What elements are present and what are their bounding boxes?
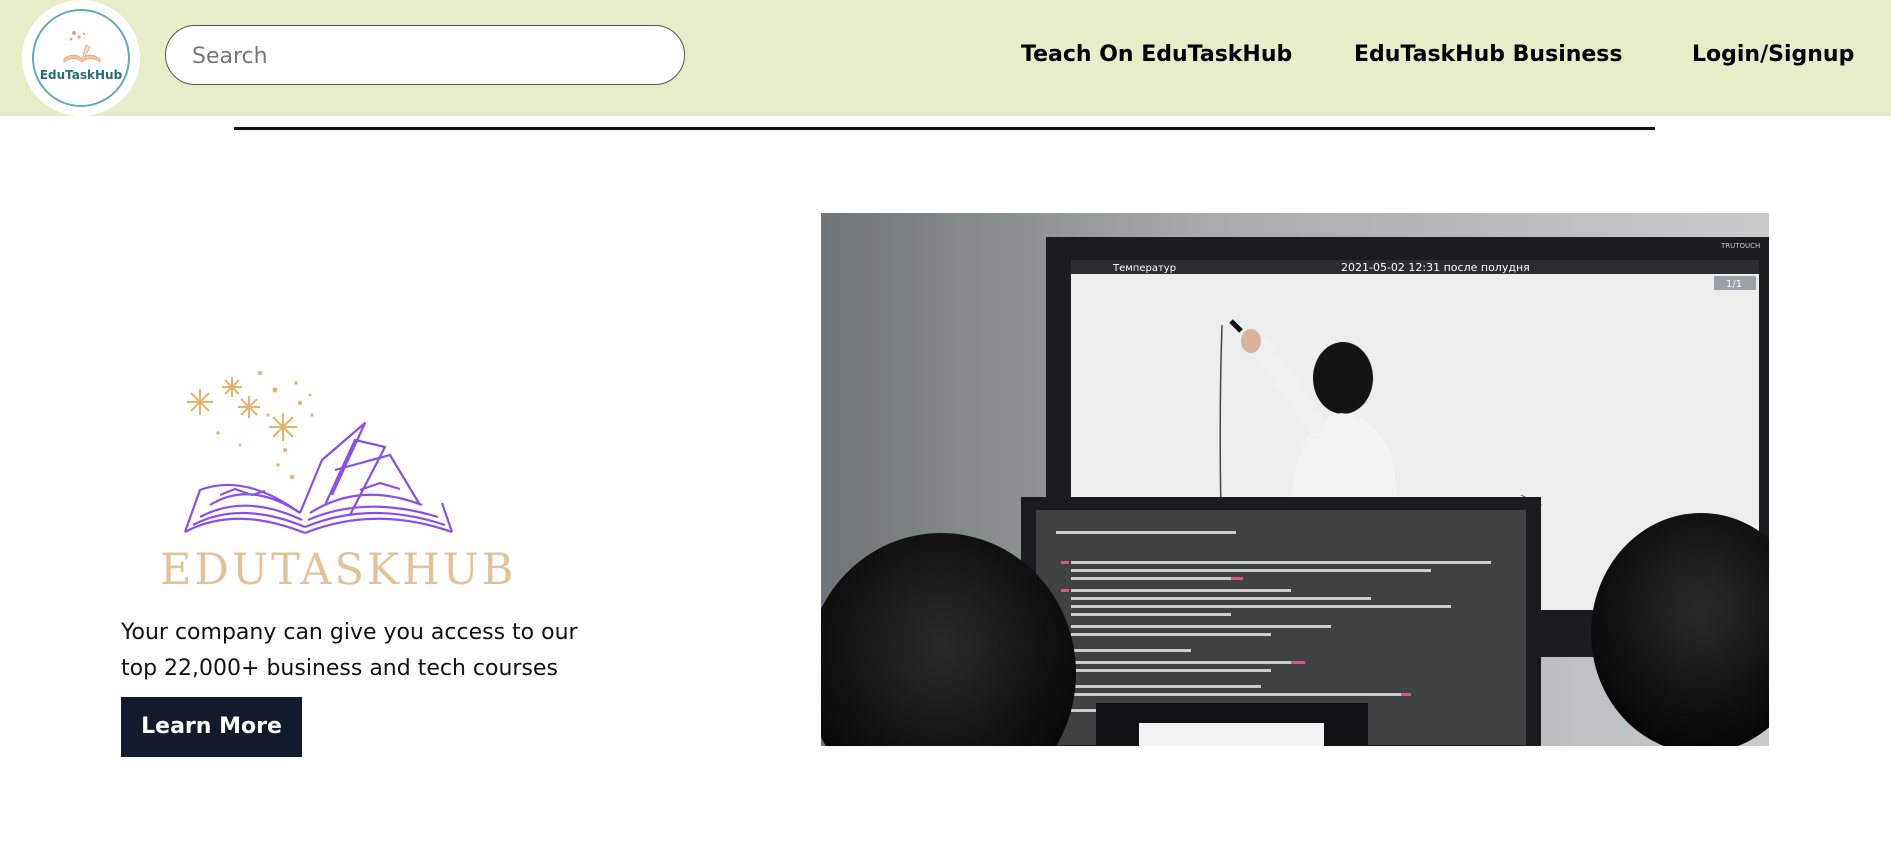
hero-tagline: Your company can give you access to our … bbox=[121, 620, 578, 681]
nav-teach-link[interactable]: Teach On EduTaskHub bbox=[1021, 42, 1292, 67]
nav-login-signup-link[interactable]: Login/Signup bbox=[1692, 42, 1854, 67]
top-navigation-bar: EduTaskHub Teach On EduTaskHub EduTaskHu… bbox=[0, 0, 1891, 116]
sparkles-icon bbox=[187, 377, 297, 441]
monitor-brand: TRUTOUCH bbox=[1720, 242, 1760, 250]
classroom-photo-illustration: 2021-05-02 12:31 после полудня Температу… bbox=[821, 213, 1769, 746]
classroom-photo: 2021-05-02 12:31 после полудня Температу… bbox=[821, 213, 1769, 746]
open-book-icon bbox=[183, 421, 454, 535]
brand-wordmark: EDUTASKHUB bbox=[160, 545, 517, 595]
logo-ring: EduTaskHub bbox=[32, 9, 130, 107]
learn-more-button[interactable]: Learn More >> bbox=[121, 697, 302, 799]
logo-text: EduTaskHub bbox=[39, 68, 123, 82]
search-bar[interactable] bbox=[165, 25, 685, 86]
book-icon bbox=[63, 31, 101, 63]
header-divider bbox=[234, 127, 1655, 130]
screen-left-label: Температур bbox=[1112, 263, 1176, 274]
screen-datetime: 2021-05-02 12:31 после полудня bbox=[1341, 261, 1530, 274]
screen-page-indicator: 1/1 bbox=[1726, 279, 1742, 290]
nav-business-link[interactable]: EduTaskHub Business bbox=[1354, 42, 1623, 67]
site-logo[interactable]: EduTaskHub bbox=[22, 0, 140, 116]
search-input[interactable] bbox=[190, 26, 664, 86]
